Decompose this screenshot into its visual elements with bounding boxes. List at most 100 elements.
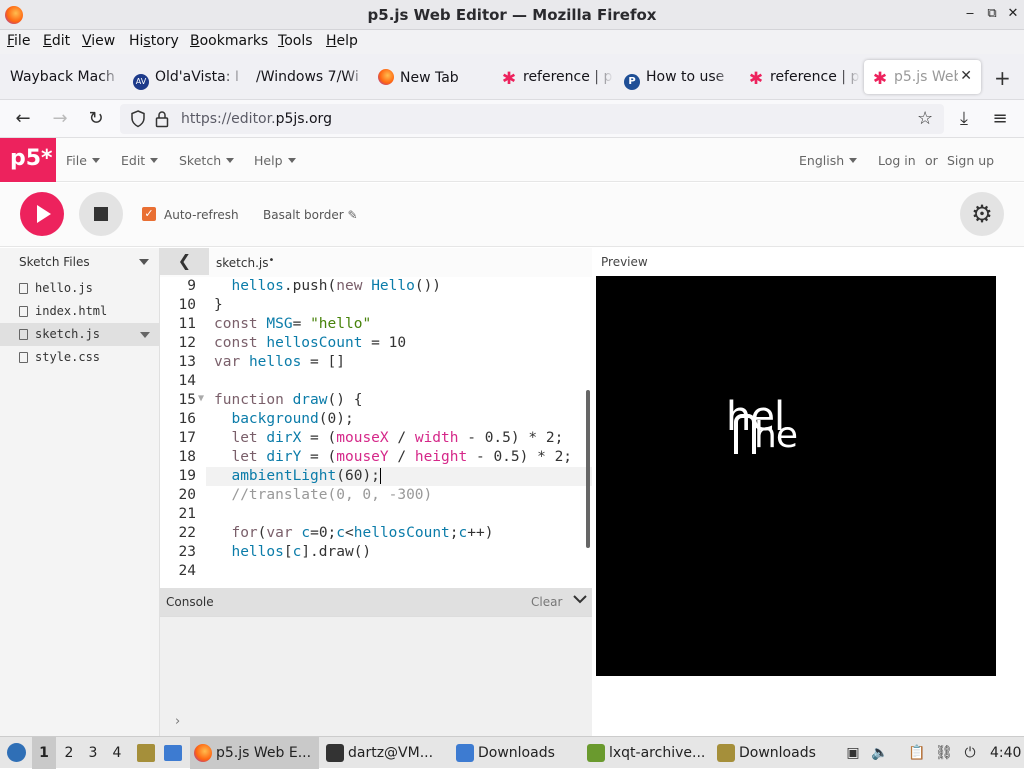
workspace-1[interactable]: 1 [32, 737, 56, 769]
bookmark-star-icon[interactable]: ☆ [917, 108, 933, 129]
clock[interactable]: 4:40 [990, 737, 1022, 769]
downloads-icon[interactable]: ⤓ [953, 108, 975, 130]
menu-bookmarks[interactable]: Bookmarks [190, 33, 268, 49]
menu-tools[interactable]: Tools [278, 33, 313, 49]
fold-arrow-icon[interactable]: ▼ [198, 393, 204, 404]
console-collapse-icon[interactable] [572, 591, 588, 610]
editor-tab-bar: ❮ sketch.js• [160, 248, 592, 277]
line-number: 20 [178, 487, 196, 503]
reload-button[interactable]: ↻ [85, 108, 107, 130]
editor-scrollbar[interactable] [586, 390, 590, 548]
tab-windows7[interactable]: /Windows 7/Wi [256, 60, 368, 94]
file-index-html[interactable]: index.html [0, 300, 160, 323]
code-editor[interactable]: 9 10 11 12 13 14 15 16 17 18 19 20 21 22… [160, 277, 592, 585]
preview-canvas[interactable]: hel he [596, 276, 996, 676]
editor-file-tab[interactable]: sketch.js• [216, 255, 274, 270]
p5-menu-edit[interactable]: Edit [121, 153, 159, 168]
menu-file[interactable]: File [7, 33, 30, 49]
workspace-4[interactable]: 4 [105, 737, 129, 769]
tab-oldavista[interactable]: AV Old'aVista: I [133, 60, 245, 94]
file-sketch-js[interactable]: sketch.js [0, 323, 160, 346]
p5-asterisk-icon: ✱ [748, 69, 764, 89]
tab-p5-web-editor[interactable]: ✱p5.js Web Ed ✕ [864, 60, 981, 94]
folder-icon [717, 744, 735, 762]
login-link[interactable]: Log in [878, 153, 916, 168]
p5-menu-sketch[interactable]: Sketch [179, 153, 235, 168]
menu-history[interactable]: History [129, 33, 179, 49]
p5-menu-help[interactable]: Help [254, 153, 296, 168]
network-icon[interactable]: ⛓ [935, 744, 953, 762]
close-window-button[interactable]: ✕ [1005, 6, 1021, 21]
console-output[interactable]: › [160, 616, 592, 736]
p5-header: p5* File Edit Sketch Help English Log in… [0, 138, 1024, 182]
lock-icon[interactable] [155, 110, 169, 128]
line-number: 9 [187, 278, 196, 294]
minimize-button[interactable]: ‒ [962, 6, 978, 21]
code-line: } [214, 297, 223, 313]
line-number: 19 [178, 468, 196, 484]
new-tab-button[interactable]: + [994, 66, 1011, 90]
url-bar[interactable]: https://editor.p5js.org ☆ [120, 104, 944, 134]
menu-help[interactable]: Help [326, 33, 358, 49]
file-options-icon[interactable] [140, 332, 150, 338]
taskbar-app-archiver[interactable]: lxqt-archive... [583, 737, 711, 769]
tab-how-to-use[interactable]: P How to use [624, 60, 736, 94]
workspace-2[interactable]: 2 [57, 737, 81, 769]
pencil-icon[interactable]: ✎ [348, 208, 358, 222]
forward-button[interactable]: → [49, 108, 71, 130]
code-line: let dirX = (mouseX / width - 0.5) * 2; [231, 430, 564, 446]
console-title: Console [166, 595, 214, 609]
menu-view[interactable]: View [82, 33, 115, 49]
signup-link[interactable]: Sign up [947, 153, 994, 168]
navigation-bar: ← → ↻ https://editor.p5js.org ☆ ⤓ ≡ [0, 100, 1024, 138]
tab-new-tab[interactable]: New Tab [378, 60, 490, 94]
tab-reference-1[interactable]: ✱ reference | p [501, 60, 613, 94]
workspace-3[interactable]: 3 [81, 737, 105, 769]
line-number: 21 [178, 506, 196, 522]
overlay-icon[interactable]: ▣ [844, 744, 862, 762]
tab-strip: Wayback Mach AV Old'aVista: I /Windows 7/… [0, 54, 1024, 100]
desktop-launcher-icon[interactable] [161, 737, 185, 769]
tab-wayback[interactable]: Wayback Mach [10, 60, 122, 94]
settings-gear-button[interactable]: ⚙ [960, 192, 1004, 236]
close-tab-icon[interactable]: ✕ [960, 68, 972, 84]
taskbar-app-terminal[interactable]: dartz@VM... [322, 737, 448, 769]
collapse-sidebar-button[interactable]: ❮ [160, 248, 209, 275]
taskbar-app-downloads-1[interactable]: Downloads [452, 737, 580, 769]
sketch-name[interactable]: Basalt border ✎ [263, 208, 358, 222]
sidebar-dropdown-icon[interactable] [139, 259, 149, 265]
back-button[interactable]: ← [12, 108, 34, 130]
folder-icon [456, 744, 474, 762]
start-menu-button[interactable] [4, 737, 28, 769]
console-prompt-icon[interactable]: › [175, 714, 180, 729]
language-dropdown[interactable]: English [799, 153, 858, 168]
preview-label: Preview [601, 255, 648, 269]
taskbar-app-downloads-2[interactable]: Downloads [713, 737, 841, 769]
line-number: 15 [178, 392, 196, 408]
p5-menu-file[interactable]: File [66, 153, 100, 168]
shield-icon[interactable] [130, 110, 146, 128]
auto-refresh-label: Auto-refresh [164, 208, 239, 222]
taskbar-app-firefox[interactable]: p5.js Web E... [190, 737, 319, 769]
volume-icon[interactable]: 🔈 [871, 744, 889, 762]
clipboard-icon[interactable]: 📋 [908, 744, 926, 762]
line-number: 11 [178, 316, 196, 332]
code-line: hellos.push(new Hello()) [231, 278, 442, 294]
files-launcher-icon[interactable] [134, 737, 158, 769]
hamburger-menu-icon[interactable]: ≡ [989, 108, 1011, 130]
console-clear-button[interactable]: Clear [531, 595, 562, 609]
stop-button[interactable] [79, 192, 123, 236]
maximize-button[interactable]: ⧉ [984, 6, 1000, 21]
code-line: const MSG= "hello" [214, 316, 372, 332]
file-style-css[interactable]: style.css [0, 346, 160, 369]
p-icon: P [624, 74, 640, 90]
tab-reference-2[interactable]: ✱ reference | p [748, 60, 860, 94]
menu-edit[interactable]: Edit [43, 33, 70, 49]
file-hello-js[interactable]: hello.js [0, 277, 160, 300]
preview-text-hello-2: he [754, 415, 798, 456]
play-button[interactable] [20, 192, 64, 236]
p5-logo[interactable]: p5* [0, 138, 56, 182]
power-icon[interactable]: ⏻ [961, 744, 979, 762]
auto-refresh-checkbox[interactable]: ✓ [142, 207, 156, 221]
url-text[interactable]: https://editor.p5js.org [181, 111, 332, 127]
